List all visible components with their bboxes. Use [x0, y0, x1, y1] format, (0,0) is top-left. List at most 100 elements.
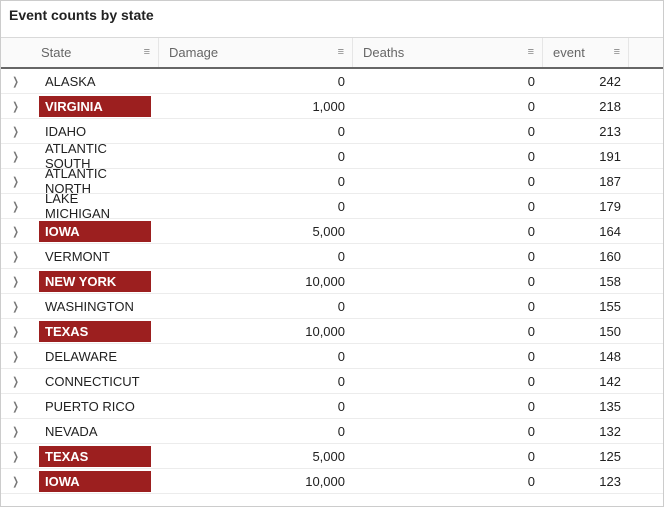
cell-damage: 0: [159, 244, 353, 268]
table-row[interactable]: ❯PUERTO RICO00135: [1, 394, 663, 419]
results-panel: Event counts by state State ≡ Damage ≡ D…: [0, 0, 664, 507]
results-grid: State ≡ Damage ≡ Deaths ≡ event ≡ ❯ ALASK…: [1, 37, 663, 494]
cell-event: 160: [543, 244, 629, 268]
grid-header: State ≡ Damage ≡ Deaths ≡ event ≡: [1, 37, 663, 69]
table-row[interactable]: ❯NEVADA00132: [1, 419, 663, 444]
state-value: IOWA: [39, 471, 151, 492]
cell-deaths: 0: [353, 219, 543, 243]
column-header-label: Deaths: [363, 45, 404, 60]
table-row[interactable]: ❯LAKE MICHIGAN00179: [1, 194, 663, 219]
chevron-right-icon: ❯: [13, 300, 19, 313]
filter-icon[interactable]: ≡: [614, 47, 620, 58]
chevron-right-icon: ❯: [13, 225, 19, 238]
filter-icon[interactable]: ≡: [144, 47, 150, 58]
expand-toggle[interactable]: ❯: [1, 394, 31, 418]
cell-damage: 0: [159, 419, 353, 443]
cell-damage: 10,000: [159, 469, 353, 493]
cell-deaths: 0: [353, 444, 543, 468]
cell-deaths: 0: [353, 244, 543, 268]
cell-damage: 0: [159, 119, 353, 143]
chevron-right-icon: ❯: [13, 150, 19, 163]
table-row[interactable]: ❯VIRGINIA1,0000218: [1, 94, 663, 119]
filter-icon[interactable]: ≡: [338, 47, 344, 58]
cell-state: VIRGINIA: [31, 94, 159, 118]
chevron-right-icon: ❯: [13, 425, 19, 438]
panel-title: Event counts by state: [1, 1, 663, 37]
cell-event: 155: [543, 294, 629, 318]
expand-toggle[interactable]: ❯: [1, 219, 31, 243]
cell-event: 218: [543, 94, 629, 118]
cell-damage: 10,000: [159, 319, 353, 343]
expand-toggle[interactable]: ❯: [1, 294, 31, 318]
expand-toggle[interactable]: ❯: [1, 169, 31, 193]
chevron-right-icon: ❯: [13, 100, 19, 113]
cell-deaths: 0: [353, 319, 543, 343]
cell-deaths: 0: [353, 169, 543, 193]
column-header-event[interactable]: event ≡: [543, 38, 629, 67]
cell-damage: 0: [159, 169, 353, 193]
cell-damage: 1,000: [159, 94, 353, 118]
cell-state: VERMONT: [31, 244, 159, 268]
column-header-label: State: [41, 45, 71, 60]
expand-toggle[interactable]: ❯: [1, 69, 31, 93]
cell-deaths: 0: [353, 194, 543, 218]
cell-state: PUERTO RICO: [31, 394, 159, 418]
chevron-right-icon: ❯: [13, 275, 19, 288]
chevron-right-icon: ❯: [13, 475, 19, 488]
expand-toggle[interactable]: ❯: [1, 344, 31, 368]
cell-damage: 0: [159, 344, 353, 368]
table-row[interactable]: ❯DELAWARE00148: [1, 344, 663, 369]
cell-state: IOWA: [31, 469, 159, 493]
expand-toggle[interactable]: ❯: [1, 419, 31, 443]
expand-toggle[interactable]: ❯: [1, 94, 31, 118]
cell-damage: 0: [159, 144, 353, 168]
table-row[interactable]: ❯IOWA5,0000164: [1, 219, 663, 244]
expand-toggle[interactable]: ❯: [1, 194, 31, 218]
table-row[interactable]: ❯ TEXAS 10,0000150: [1, 319, 663, 344]
cell-deaths: 0: [353, 294, 543, 318]
state-value: NEW YORK: [39, 271, 151, 292]
cell-event: 191: [543, 144, 629, 168]
table-row[interactable]: ❯WASHINGTON00155: [1, 294, 663, 319]
cell-state: TEXAS: [31, 319, 159, 343]
table-row[interactable]: ❯NEW YORK10,0000158: [1, 269, 663, 294]
table-row[interactable]: ❯ALASKA00242: [1, 69, 663, 94]
table-row[interactable]: ❯IOWA10,0000123: [1, 469, 663, 494]
cell-damage: 0: [159, 369, 353, 393]
cell-state: TEXAS: [31, 444, 159, 468]
cell-event: 150: [543, 319, 629, 343]
cell-damage: 0: [159, 69, 353, 93]
table-row[interactable]: ❯VERMONT00160: [1, 244, 663, 269]
column-header-deaths[interactable]: Deaths ≡: [353, 38, 543, 67]
expand-toggle[interactable]: ❯: [1, 444, 31, 468]
state-value: ALASKA: [39, 71, 151, 92]
expand-toggle[interactable]: ❯: [1, 119, 31, 143]
filter-icon[interactable]: ≡: [528, 47, 534, 58]
cell-event: 242: [543, 69, 629, 93]
cell-damage: 10,000: [159, 269, 353, 293]
cell-damage: 5,000: [159, 219, 353, 243]
state-value: PUERTO RICO: [39, 396, 151, 417]
expand-toggle[interactable]: ❯: [1, 144, 31, 168]
state-value: VIRGINIA: [39, 96, 151, 117]
cell-event: 179: [543, 194, 629, 218]
cell-damage: 0: [159, 294, 353, 318]
cell-event: 125: [543, 444, 629, 468]
table-row[interactable]: ❯TEXAS5,0000125: [1, 444, 663, 469]
expand-toggle[interactable]: ❯: [1, 319, 31, 343]
expand-toggle[interactable]: ❯: [1, 269, 31, 293]
cell-damage: 0: [159, 394, 353, 418]
column-header-damage[interactable]: Damage ≡: [159, 38, 353, 67]
cell-deaths: 0: [353, 344, 543, 368]
column-header-expand: [1, 38, 31, 67]
state-value: TEXAS: [39, 321, 151, 342]
expand-toggle[interactable]: ❯: [1, 369, 31, 393]
column-header-state[interactable]: State ≡: [31, 38, 159, 67]
expand-toggle[interactable]: ❯: [1, 244, 31, 268]
chevron-right-icon: ❯: [13, 250, 19, 263]
state-value: IOWA: [39, 221, 151, 242]
table-row[interactable]: ❯CONNECTICUT00142: [1, 369, 663, 394]
expand-toggle[interactable]: ❯: [1, 469, 31, 493]
cell-deaths: 0: [353, 69, 543, 93]
cell-deaths: 0: [353, 394, 543, 418]
